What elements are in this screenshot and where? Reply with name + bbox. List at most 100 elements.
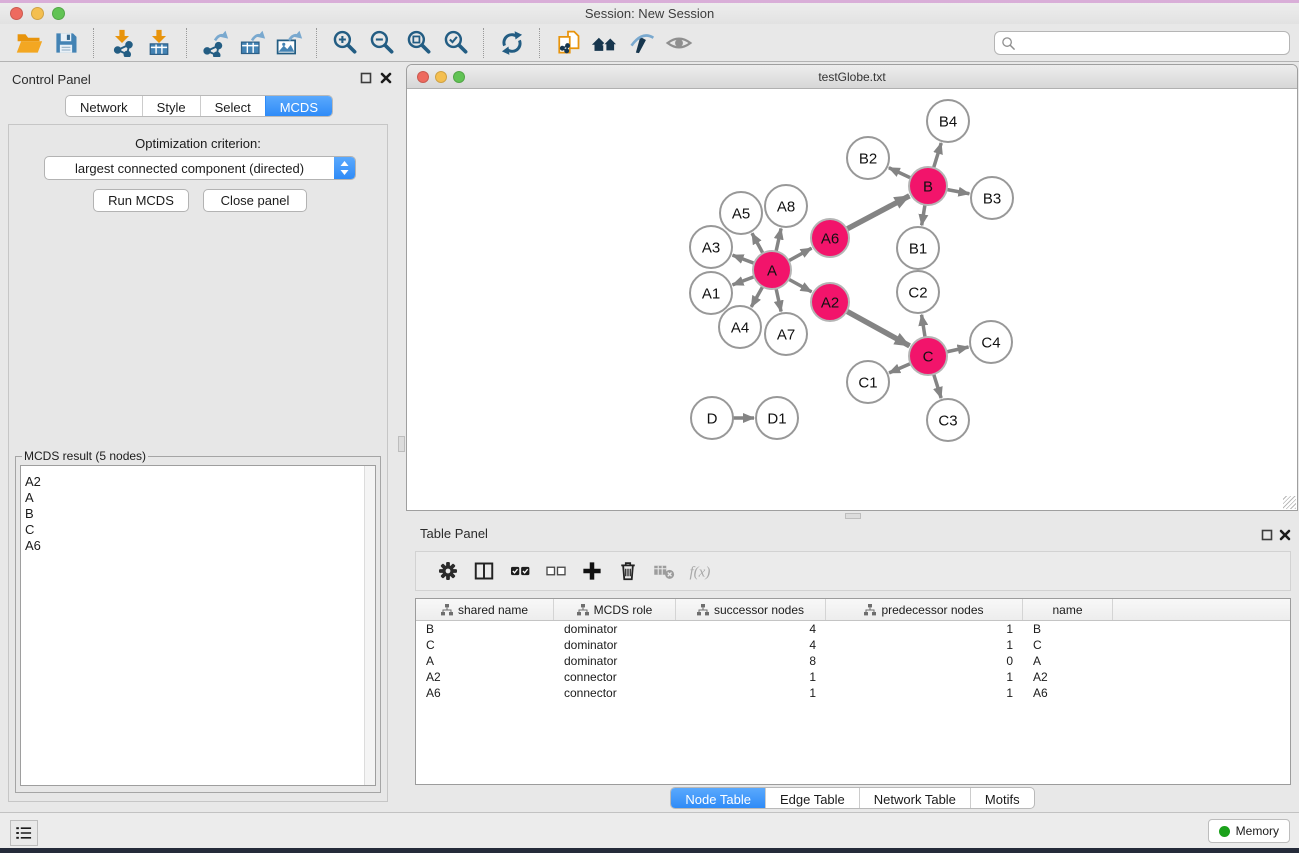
hide-details-icon — [628, 29, 656, 57]
mcds-result-item[interactable]: C — [25, 522, 375, 538]
table-row[interactable]: Bdominator41B — [416, 621, 1290, 637]
resize-grip-icon[interactable] — [1283, 496, 1296, 509]
close-panel-button[interactable]: Close panel — [203, 189, 307, 212]
split-columns-icon — [472, 559, 496, 583]
table-cell: A2 — [1023, 670, 1113, 684]
table-cell: 1 — [826, 686, 1023, 700]
zoom-selected-button[interactable] — [437, 27, 474, 59]
network-window-titlebar[interactable]: testGlobe.txt — [407, 65, 1297, 89]
zoom-fit-button[interactable] — [400, 27, 437, 59]
tab-group: NetworkStyleSelectMCDS — [65, 95, 333, 117]
clone-network-icon — [554, 29, 582, 57]
eye-icon — [665, 29, 693, 57]
import-table-button[interactable] — [140, 27, 177, 59]
table-tab-edge-table[interactable]: Edge Table — [765, 788, 859, 808]
mcds-tab-pane: Optimization criterion: largest connecte… — [8, 124, 388, 802]
split-columns-button[interactable] — [466, 555, 502, 587]
clone-network-button[interactable] — [549, 27, 586, 59]
close-table-panel-icon[interactable] — [1279, 528, 1293, 542]
hide-details-button[interactable] — [623, 27, 660, 59]
graph-node-label-A6: A6 — [821, 230, 839, 247]
settings-gear-button[interactable] — [430, 555, 466, 587]
network-window: testGlobe.txt B4B2BB3A8A5A6B1A3AA1C2A2A4… — [406, 64, 1298, 511]
search-input[interactable] — [1020, 34, 1289, 52]
settings-gear-icon — [436, 559, 460, 583]
memory-label: Memory — [1236, 824, 1279, 838]
network-window-title: testGlobe.txt — [407, 70, 1297, 84]
table-cell: 0 — [826, 654, 1023, 668]
close-panel-icon[interactable] — [380, 71, 394, 85]
deselect-all-button[interactable] — [538, 555, 574, 587]
mcds-result-item[interactable]: A — [25, 490, 375, 506]
table-tab-motifs[interactable]: Motifs — [970, 788, 1034, 808]
export-table-button[interactable] — [233, 27, 270, 59]
graph-node-label-A3: A3 — [702, 239, 720, 256]
column-label: name — [1052, 603, 1082, 617]
table-tab-network-table[interactable]: Network Table — [859, 788, 970, 808]
mcds-result-item[interactable]: A6 — [25, 538, 375, 554]
zoom-in-button[interactable] — [326, 27, 363, 59]
delete-row-button[interactable] — [610, 555, 646, 587]
table-row[interactable]: Adominator80A — [416, 653, 1290, 669]
criterion-select[interactable]: largest connected component (directed) — [44, 156, 356, 180]
column-header-predecessor-nodes[interactable]: predecessor nodes — [826, 599, 1023, 620]
add-row-icon — [580, 559, 604, 583]
mcds-result-item[interactable]: B — [25, 506, 375, 522]
eye-button[interactable] — [660, 27, 697, 59]
mcds-result-legend: MCDS result (5 nodes) — [22, 449, 148, 463]
network-graph[interactable]: B4B2BB3A8A5A6B1A3AA1C2A2A4A7C4CC1C3DD1 — [407, 89, 1297, 510]
fx-button[interactable]: f(x) — [682, 555, 718, 587]
tab-network[interactable]: Network — [66, 96, 142, 116]
table-row[interactable]: A2connector11A2 — [416, 669, 1290, 685]
scrollbar-track[interactable] — [364, 466, 375, 785]
graph-node-label-B1: B1 — [909, 240, 927, 257]
search-field[interactable] — [994, 31, 1290, 55]
select-all-icon — [508, 559, 532, 583]
export-image-icon — [275, 29, 303, 57]
zoom-fit-icon — [405, 29, 433, 57]
table-panel: Table Panel f(x) shared name MCDS rolesuc… — [406, 519, 1299, 812]
toolbar-separator — [316, 28, 317, 58]
node-table: shared name MCDS rolesuccessor nodesprede… — [415, 598, 1291, 785]
network-canvas[interactable]: B4B2BB3A8A5A6B1A3AA1C2A2A4A7C4CC1C3DD1 — [407, 89, 1297, 510]
app-titlebar: Session: New Session — [0, 3, 1299, 24]
mcds-result-item[interactable]: A2 — [25, 474, 375, 490]
delete-table-button[interactable] — [646, 555, 682, 587]
table-cell: 1 — [826, 622, 1023, 636]
vertical-divider-grip[interactable] — [398, 436, 405, 452]
float-table-panel-icon[interactable] — [1261, 528, 1275, 542]
table-row[interactable]: A6connector11A6 — [416, 685, 1290, 701]
table-cell: 4 — [676, 622, 826, 636]
home-button[interactable] — [586, 27, 623, 59]
float-panel-icon[interactable] — [360, 71, 374, 85]
column-header-name[interactable]: name — [1023, 599, 1113, 620]
column-label: shared name — [458, 603, 528, 617]
run-mcds-button[interactable]: Run MCDS — [93, 189, 189, 212]
table-header-row: shared name MCDS rolesuccessor nodesprede… — [416, 599, 1290, 621]
table-tab-node-table[interactable]: Node Table — [671, 788, 765, 808]
attribute-type-icon — [864, 604, 876, 616]
refresh-button[interactable] — [493, 27, 530, 59]
table-panel-title: Table Panel — [420, 526, 488, 541]
column-header-shared-name[interactable]: shared name — [416, 599, 554, 620]
save-button[interactable] — [47, 27, 84, 59]
column-header-successor-nodes[interactable]: successor nodes — [676, 599, 826, 620]
criterion-selected-value: largest connected component (directed) — [45, 160, 334, 176]
export-network-button[interactable] — [196, 27, 233, 59]
export-image-button[interactable] — [270, 27, 307, 59]
add-row-button[interactable] — [574, 555, 610, 587]
zoom-out-button[interactable] — [363, 27, 400, 59]
table-row[interactable]: Cdominator41C — [416, 637, 1290, 653]
tab-mcds[interactable]: MCDS — [265, 96, 332, 116]
open-folder-button[interactable] — [10, 27, 47, 59]
graph-node-label-C: C — [923, 348, 934, 365]
mcds-result-list[interactable]: A2ABCA6 — [20, 465, 376, 786]
attribute-type-icon — [441, 604, 453, 616]
select-all-button[interactable] — [502, 555, 538, 587]
tab-style[interactable]: Style — [142, 96, 200, 116]
memory-button[interactable]: Memory — [1208, 819, 1290, 843]
tab-select[interactable]: Select — [200, 96, 265, 116]
import-network-button[interactable] — [103, 27, 140, 59]
column-header-MCDS-role[interactable]: MCDS role — [554, 599, 676, 620]
task-history-button[interactable] — [10, 820, 38, 846]
